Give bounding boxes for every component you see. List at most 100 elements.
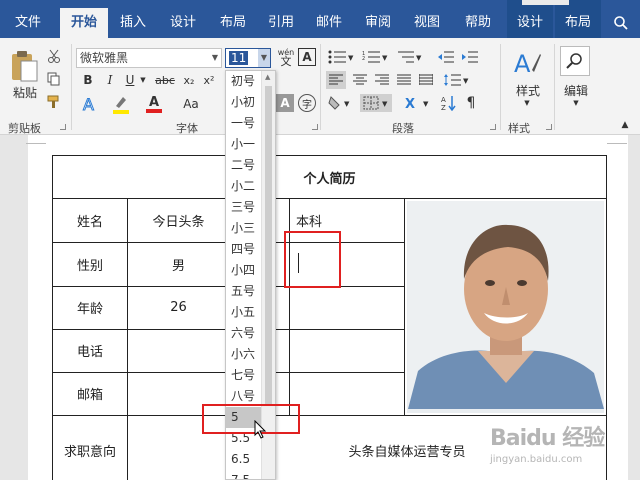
align-right-icon[interactable] bbox=[372, 71, 392, 89]
superscript-button[interactable]: x² bbox=[200, 71, 218, 89]
font-size-option[interactable]: 小一 bbox=[226, 134, 262, 155]
find-icon[interactable] bbox=[560, 46, 590, 76]
justify-icon[interactable] bbox=[394, 71, 414, 89]
text-effects-icon[interactable]: A bbox=[80, 94, 100, 114]
paste-button[interactable]: 粘贴 bbox=[8, 84, 42, 100]
multilevel-list-icon[interactable]: ▼ bbox=[394, 48, 424, 66]
label-age[interactable]: 年龄 bbox=[52, 286, 128, 330]
font-name-combo[interactable]: 微软雅黑 ▼ bbox=[76, 48, 222, 68]
character-shading-button[interactable]: A bbox=[276, 94, 294, 112]
font-launcher-icon[interactable] bbox=[312, 124, 318, 130]
styles-launcher-icon[interactable] bbox=[546, 124, 552, 130]
font-size-option[interactable]: 三号 bbox=[226, 197, 262, 218]
font-size-combo[interactable]: 11 ▼ bbox=[225, 48, 271, 68]
font-color-button[interactable]: A bbox=[144, 94, 164, 114]
font-size-option[interactable]: 小五 bbox=[226, 302, 262, 323]
label-job-intent[interactable]: 求职意向 bbox=[52, 415, 128, 480]
paragraph-mark-icon[interactable]: ¶ bbox=[462, 94, 480, 112]
strikethrough-button[interactable]: abc bbox=[152, 71, 178, 89]
label-name[interactable]: 姓名 bbox=[52, 198, 128, 243]
font-size-option[interactable]: 六号 bbox=[226, 323, 262, 344]
line-spacing-icon[interactable]: ▼ bbox=[442, 71, 470, 89]
asian-layout-icon[interactable]: X ▼ bbox=[402, 94, 432, 112]
font-size-option[interactable]: 七号 bbox=[226, 365, 262, 386]
highlight-color-icon[interactable] bbox=[110, 94, 132, 114]
styles-button[interactable]: 样式 bbox=[508, 82, 548, 98]
search-icon[interactable] bbox=[606, 0, 636, 38]
label-phone[interactable]: 电话 bbox=[52, 328, 128, 373]
font-size-option[interactable]: 小六 bbox=[226, 344, 262, 365]
value-phone[interactable] bbox=[127, 328, 230, 373]
value-gender[interactable]: 男 bbox=[127, 242, 230, 287]
font-size-option[interactable]: 五号 bbox=[226, 281, 262, 302]
clipboard-launcher-icon[interactable] bbox=[60, 124, 66, 130]
tab-view[interactable]: 视图 bbox=[404, 0, 450, 38]
borders-icon[interactable]: ▼ bbox=[360, 94, 392, 112]
change-case-button[interactable]: Aa bbox=[178, 94, 204, 114]
chevron-down-icon[interactable]: ▼ bbox=[520, 98, 534, 108]
font-size-option[interactable]: 6.5 bbox=[226, 449, 262, 470]
align-center-icon[interactable] bbox=[350, 71, 370, 89]
font-size-option[interactable]: 二号 bbox=[226, 155, 262, 176]
tab-home[interactable]: 开始 bbox=[60, 8, 108, 38]
tab-review[interactable]: 审阅 bbox=[355, 0, 401, 38]
font-size-option[interactable]: 7.5 bbox=[226, 470, 262, 479]
font-size-option[interactable]: 一号 bbox=[226, 113, 262, 134]
cut-icon[interactable] bbox=[44, 46, 64, 66]
font-size-option[interactable]: 小初 bbox=[226, 92, 262, 113]
tab-help[interactable]: 帮助 bbox=[452, 0, 504, 38]
editing-button[interactable]: 编辑 bbox=[556, 82, 596, 98]
tab-design[interactable]: 设计 bbox=[160, 0, 206, 38]
enclose-characters-button[interactable]: 字 bbox=[298, 94, 316, 112]
shading-icon[interactable]: ▼ bbox=[326, 94, 354, 112]
svg-text:X: X bbox=[405, 97, 415, 111]
styles-icon[interactable]: A bbox=[512, 48, 542, 78]
font-size-option[interactable]: 小四 bbox=[226, 260, 262, 281]
tab-table-design[interactable]: 设计 bbox=[507, 0, 553, 38]
bullets-icon[interactable]: ▼ bbox=[326, 48, 356, 66]
chevron-down-icon[interactable]: ▼ bbox=[258, 49, 270, 67]
tab-references[interactable]: 引用 bbox=[258, 0, 304, 38]
distributed-icon[interactable] bbox=[416, 71, 436, 89]
tab-table-layout[interactable]: 布局 bbox=[555, 0, 601, 38]
subscript-button[interactable]: x₂ bbox=[180, 71, 198, 89]
resume-title[interactable]: 个人简历 bbox=[51, 155, 608, 199]
scroll-up-icon[interactable]: ▲ bbox=[265, 73, 270, 81]
align-left-icon[interactable] bbox=[326, 71, 346, 89]
value-name[interactable]: 今日头条 bbox=[127, 198, 230, 243]
chevron-down-icon[interactable]: ▼ bbox=[569, 98, 583, 108]
collapse-ribbon-icon[interactable]: ▲ bbox=[618, 118, 632, 132]
ribbon-tab-bar: 文件 开始 插入 设计 布局 引用 邮件 审阅 视图 帮助 设计 布局 bbox=[0, 0, 640, 38]
table-cell[interactable] bbox=[289, 286, 405, 330]
label-email[interactable]: 邮箱 bbox=[52, 371, 128, 417]
value-age[interactable]: 26 bbox=[127, 286, 230, 330]
font-size-option[interactable]: 小二 bbox=[226, 176, 262, 197]
scrollbar-thumb[interactable] bbox=[265, 86, 272, 406]
copy-icon[interactable] bbox=[44, 69, 64, 89]
numbering-icon[interactable]: 1 2 ▼ bbox=[360, 48, 390, 66]
table-cell[interactable] bbox=[289, 328, 405, 373]
tab-insert[interactable]: 插入 bbox=[110, 0, 156, 38]
label-gender[interactable]: 性别 bbox=[52, 242, 128, 287]
chevron-down-icon[interactable]: ▼ bbox=[209, 49, 221, 67]
bold-button[interactable]: B bbox=[80, 71, 96, 89]
font-size-option[interactable]: 小三 bbox=[226, 218, 262, 239]
font-size-option[interactable]: 初号 bbox=[226, 71, 262, 92]
tab-mailings[interactable]: 邮件 bbox=[306, 0, 352, 38]
paragraph-launcher-icon[interactable] bbox=[490, 124, 496, 130]
tab-file[interactable]: 文件 bbox=[0, 0, 56, 38]
increase-indent-icon[interactable] bbox=[460, 48, 480, 66]
phonetic-guide-button[interactable]: wén 文 bbox=[276, 46, 296, 68]
font-size-option[interactable]: 四号 bbox=[226, 239, 262, 260]
decrease-indent-icon[interactable] bbox=[436, 48, 456, 66]
italic-button[interactable]: I bbox=[102, 71, 118, 89]
tab-layout[interactable]: 布局 bbox=[210, 0, 256, 38]
table-cell[interactable] bbox=[289, 371, 405, 417]
chevron-down-icon[interactable]: ▼ bbox=[138, 71, 148, 89]
photo-cell[interactable] bbox=[403, 198, 608, 416]
paste-icon[interactable] bbox=[6, 48, 42, 84]
format-painter-icon[interactable] bbox=[44, 92, 64, 112]
sort-icon[interactable]: AZ bbox=[440, 94, 458, 112]
character-border-button[interactable]: A bbox=[298, 48, 316, 66]
underline-button[interactable]: U bbox=[122, 71, 138, 89]
